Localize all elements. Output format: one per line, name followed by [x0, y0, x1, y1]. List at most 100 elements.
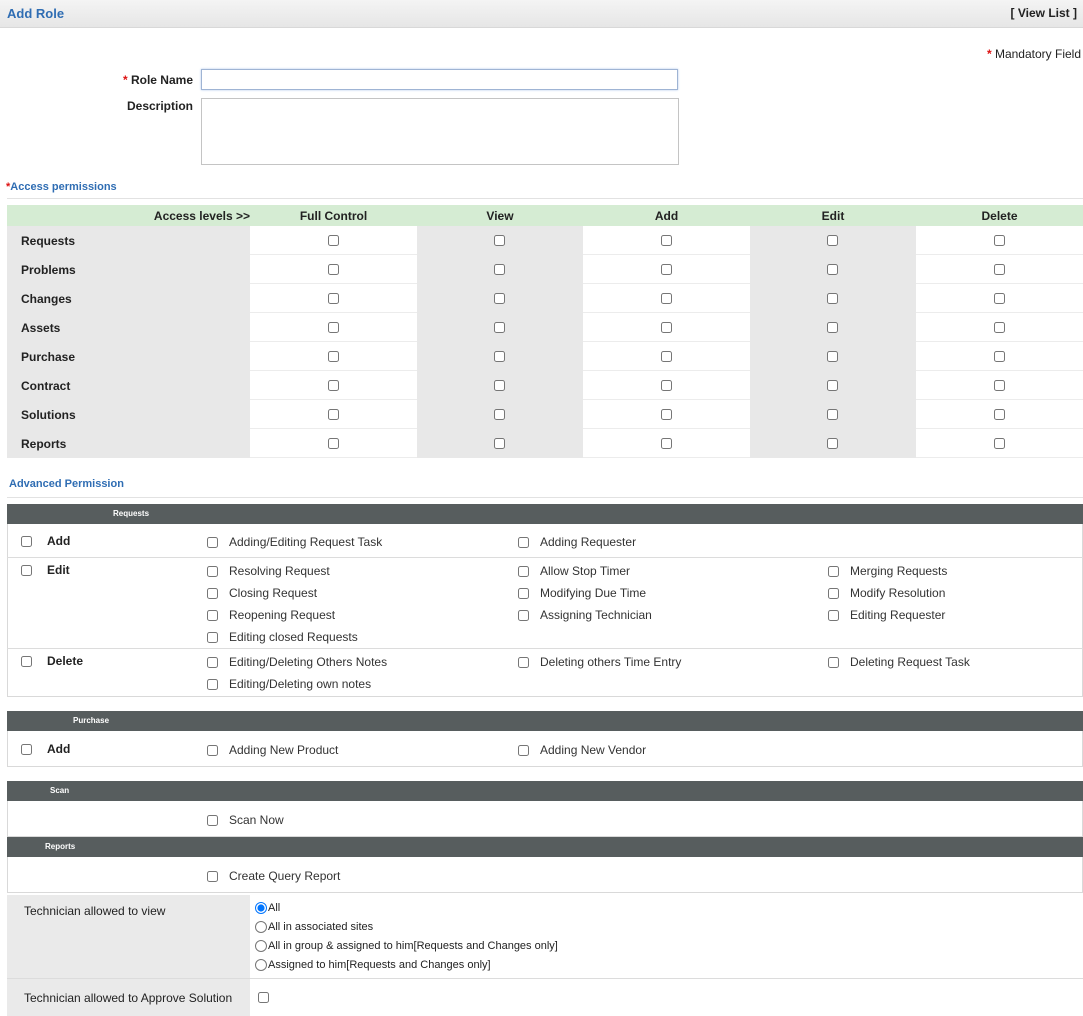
contract-full-control-checkbox[interactable] [328, 380, 339, 391]
purchase-delete-checkbox[interactable] [994, 351, 1005, 362]
access-row-requests: Requests [7, 226, 1083, 255]
adding-new-product-checkbox[interactable] [207, 745, 218, 756]
col-header-add: Add [654, 209, 679, 223]
solutions-full-control-checkbox[interactable] [328, 409, 339, 420]
solutions-add-checkbox[interactable] [661, 409, 672, 420]
permission-cell [750, 429, 916, 458]
reports-delete-checkbox[interactable] [994, 438, 1005, 449]
access-table-header: Access levels >> Full Control View Add E… [7, 205, 1083, 226]
view-associated-sites-radio[interactable] [255, 921, 267, 933]
permission-cell [916, 342, 1083, 371]
purchase-view-checkbox[interactable] [494, 351, 505, 362]
assets-full-control-checkbox[interactable] [328, 322, 339, 333]
module-label: Solutions [21, 408, 76, 422]
editing-requester-checkbox[interactable] [828, 610, 839, 621]
requests-add-checkbox[interactable] [21, 536, 32, 547]
permission-cell [417, 429, 583, 458]
merging-requests-checkbox[interactable] [828, 566, 839, 577]
contract-delete-checkbox[interactable] [994, 380, 1005, 391]
option-label: Deleting others Time Entry [540, 655, 682, 669]
problems-delete-checkbox[interactable] [994, 264, 1005, 275]
problems-view-checkbox[interactable] [494, 264, 505, 275]
scan-now-checkbox[interactable] [207, 815, 218, 826]
modify-resolution-checkbox[interactable] [828, 588, 839, 599]
option-label: Editing/Deleting own notes [229, 677, 372, 691]
scan-section-title: Scan [50, 786, 70, 795]
changes-edit-checkbox[interactable] [827, 293, 838, 304]
requests-delete-label: Delete [47, 654, 84, 668]
resolving-request-checkbox[interactable] [207, 566, 218, 577]
solutions-edit-checkbox[interactable] [827, 409, 838, 420]
col-header-delete: Delete [981, 209, 1018, 223]
reports-edit-checkbox[interactable] [827, 438, 838, 449]
option-label: Editing closed Requests [229, 630, 358, 644]
create-query-report-checkbox[interactable] [207, 871, 218, 882]
reports-view-checkbox[interactable] [494, 438, 505, 449]
closing-request-checkbox[interactable] [207, 588, 218, 599]
access-row-assets: Assets [7, 313, 1083, 342]
option-label: Allow Stop Timer [540, 564, 631, 578]
description-textarea[interactable] [201, 98, 679, 165]
editing-deleting-others-notes-checkbox[interactable] [207, 657, 218, 668]
technician-approve-checkbox[interactable] [258, 992, 269, 1003]
requests-view-checkbox[interactable] [494, 235, 505, 246]
reports-full-control-checkbox[interactable] [328, 438, 339, 449]
purchase-full-control-checkbox[interactable] [328, 351, 339, 362]
editing-deleting-own-notes-checkbox[interactable] [207, 679, 218, 690]
assets-add-checkbox[interactable] [661, 322, 672, 333]
adding-new-vendor-checkbox[interactable] [518, 745, 529, 756]
module-label: Reports [21, 437, 67, 451]
assigning-technician-checkbox[interactable] [518, 610, 529, 621]
problems-add-checkbox[interactable] [661, 264, 672, 275]
permission-cell [750, 226, 916, 255]
requests-delete-checkbox[interactable] [994, 235, 1005, 246]
requests-edit-checkbox[interactable] [21, 565, 32, 576]
changes-delete-checkbox[interactable] [994, 293, 1005, 304]
option-label: Create Query Report [229, 869, 341, 883]
deleting-request-task-checkbox[interactable] [828, 657, 839, 668]
contract-view-checkbox[interactable] [494, 380, 505, 391]
deleting-others-time-entry-checkbox[interactable] [518, 657, 529, 668]
reopening-request-checkbox[interactable] [207, 610, 218, 621]
assets-delete-checkbox[interactable] [994, 322, 1005, 333]
contract-edit-checkbox[interactable] [827, 380, 838, 391]
requests-delete-checkbox[interactable] [21, 656, 32, 667]
changes-add-checkbox[interactable] [661, 293, 672, 304]
option-label: Reopening Request [229, 608, 336, 622]
purchase-section-header: Purchase [7, 711, 1083, 731]
allow-stop-timer-checkbox[interactable] [518, 566, 529, 577]
reports-add-checkbox[interactable] [661, 438, 672, 449]
purchase-edit-checkbox[interactable] [827, 351, 838, 362]
requests-edit-checkbox[interactable] [827, 235, 838, 246]
modifying-due-time-checkbox[interactable] [518, 588, 529, 599]
view-list-link[interactable]: View List [1018, 6, 1070, 20]
purchase-add-checkbox[interactable] [661, 351, 672, 362]
permission-cell [750, 371, 916, 400]
permission-cell [417, 284, 583, 313]
contract-add-checkbox[interactable] [661, 380, 672, 391]
view-assigned-to-him-radio[interactable] [255, 959, 267, 971]
changes-full-control-checkbox[interactable] [328, 293, 339, 304]
solutions-view-checkbox[interactable] [494, 409, 505, 420]
solutions-delete-checkbox[interactable] [994, 409, 1005, 420]
role-name-input[interactable] [201, 69, 678, 90]
adding-requester-checkbox[interactable] [518, 537, 529, 548]
option-label: Adding New Product [229, 743, 339, 757]
requests-add-checkbox[interactable] [661, 235, 672, 246]
assets-edit-checkbox[interactable] [827, 322, 838, 333]
problems-full-control-checkbox[interactable] [328, 264, 339, 275]
technician-view-label: Technician allowed to view [24, 904, 166, 918]
permission-cell [583, 255, 750, 284]
assets-view-checkbox[interactable] [494, 322, 505, 333]
changes-view-checkbox[interactable] [494, 293, 505, 304]
view-all-radio[interactable] [255, 902, 267, 914]
permission-cell [417, 371, 583, 400]
adding-editing-request-task-checkbox[interactable] [207, 537, 218, 548]
problems-edit-checkbox[interactable] [827, 264, 838, 275]
bracket-open: [ [1010, 6, 1018, 20]
requests-full-control-checkbox[interactable] [328, 235, 339, 246]
purchase-add-checkbox[interactable] [21, 744, 32, 755]
editing-closed-requests-checkbox[interactable] [207, 632, 218, 643]
permission-cell [583, 342, 750, 371]
view-group-assigned-radio[interactable] [255, 940, 267, 952]
